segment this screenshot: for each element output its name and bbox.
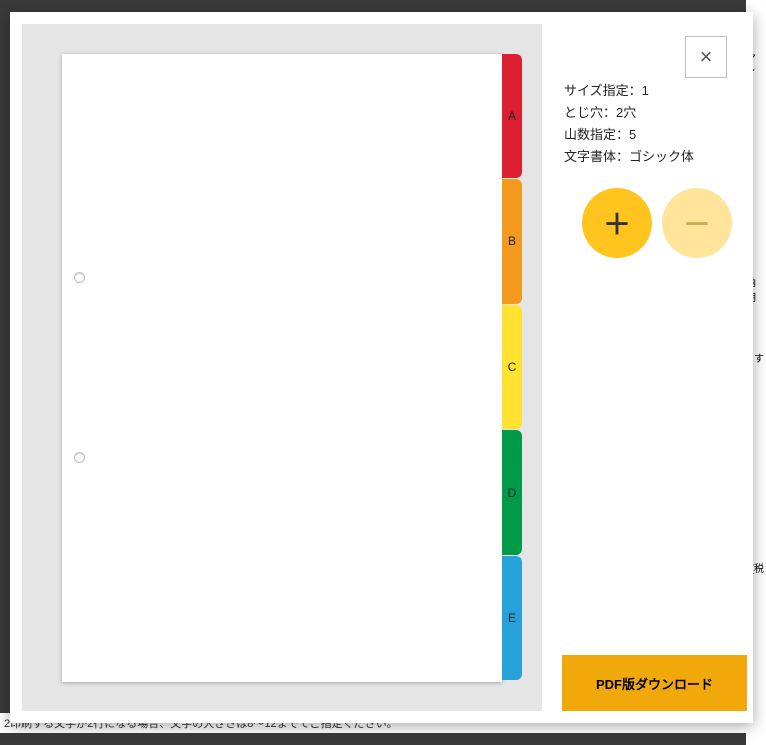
preview-modal: × A B C D E サイズ指定：1 とじ穴：2穴 山数指定：5 文字書体：ゴ…	[10, 12, 753, 723]
minus-icon: －	[683, 203, 711, 243]
tab-b: B	[502, 179, 522, 304]
zoom-in-button[interactable]: ＋	[582, 188, 652, 258]
spec-value: 1	[642, 83, 649, 98]
spec-label: 文字書体：	[564, 149, 629, 164]
tab-e: E	[502, 556, 522, 681]
close-button[interactable]: ×	[685, 36, 727, 78]
tab-label: D	[508, 486, 517, 500]
index-tabs: A B C D E	[502, 54, 522, 682]
punch-hole-icon	[74, 452, 85, 463]
tab-label: C	[508, 360, 517, 374]
index-paper-preview: A B C D E	[62, 54, 502, 682]
tab-d: D	[502, 430, 522, 555]
download-label: PDF版ダウンロード	[596, 677, 713, 692]
spec-holes: とじ穴：2穴	[564, 102, 694, 124]
spec-label: とじ穴：	[564, 105, 616, 120]
spec-label: サイズ指定：	[564, 83, 642, 98]
spec-size: サイズ指定：1	[564, 80, 694, 102]
zoom-out-button[interactable]: －	[662, 188, 732, 258]
spec-tabs: 山数指定：5	[564, 124, 694, 146]
spec-info: サイズ指定：1 とじ穴：2穴 山数指定：5 文字書体：ゴシック体	[564, 80, 694, 168]
tab-label: A	[508, 109, 516, 123]
spec-font: 文字書体：ゴシック体	[564, 146, 694, 168]
pdf-download-button[interactable]: PDF版ダウンロード	[562, 655, 747, 711]
zoom-controls: ＋ －	[582, 188, 732, 258]
tab-c: C	[502, 305, 522, 430]
spec-value: 5	[629, 127, 636, 142]
spec-value: 2穴	[616, 105, 636, 120]
bg-label-mid2: す	[754, 350, 764, 365]
preview-canvas: A B C D E	[22, 24, 542, 711]
tab-label: B	[508, 234, 516, 248]
plus-icon: ＋	[603, 203, 631, 243]
spec-value: ゴシック体	[629, 149, 694, 164]
tab-a: A	[502, 54, 522, 179]
tab-label: E	[508, 611, 516, 625]
spec-label: 山数指定：	[564, 127, 629, 142]
close-icon: ×	[700, 44, 713, 70]
punch-hole-icon	[74, 272, 85, 283]
